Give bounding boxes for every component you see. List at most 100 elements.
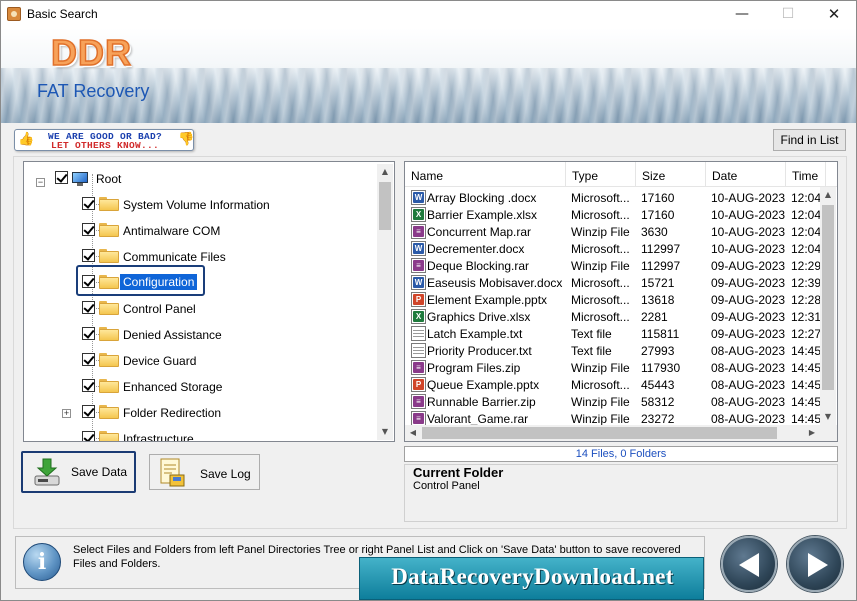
tree-node[interactable]: Control Panel (24, 296, 374, 322)
column-type[interactable]: Type (566, 162, 636, 187)
file-list[interactable]: Name Type Size Date Time W Array Blocking… (404, 161, 838, 442)
file-row[interactable]: P Queue Example.pptx Microsoft... 45443 08-A… (405, 376, 821, 393)
scroll-down-icon[interactable]: ▼ (377, 424, 393, 440)
file-row[interactable]: ≡ Concurrent Map.rar Winzip File 3630 10-AUG… (405, 223, 821, 240)
tree-checkbox[interactable] (82, 275, 95, 288)
cell-date: 08-AUG-2023 (711, 378, 785, 392)
cell-size: 115811 (641, 327, 680, 341)
tree-node[interactable]: Enhanced Storage (24, 374, 374, 400)
file-row[interactable]: ≡ Runnable Barrier.zip Winzip File 58312 08-… (405, 393, 821, 410)
directory-tree[interactable]: − Root System Volume Information Antimalw… (23, 161, 395, 442)
cell-date: 09-AUG-2023 (711, 259, 785, 273)
column-size[interactable]: Size (636, 162, 706, 187)
tree-node[interactable]: Device Guard (24, 348, 374, 374)
tree-checkbox[interactable] (82, 249, 95, 262)
scroll-thumb[interactable] (422, 427, 777, 439)
close-button[interactable]: ✕ (811, 1, 856, 28)
folder-icon (99, 197, 119, 211)
tree-checkbox[interactable] (82, 327, 95, 340)
tree-node[interactable]: Communicate Files (24, 244, 374, 270)
file-row[interactable]: W Decrementer.docx Microsoft... 112997 10-AU… (405, 240, 821, 257)
scroll-up-icon[interactable]: ▲ (820, 187, 836, 203)
file-row[interactable]: X Graphics Drive.xlsx Microsoft... 2281 09-A… (405, 308, 821, 325)
current-folder-box: Current Folder Control Panel (404, 464, 838, 522)
collapse-icon[interactable]: − (36, 178, 45, 187)
rar-file-icon: ≡ (411, 258, 426, 273)
file-row[interactable]: P Element Example.pptx Microsoft... 13618 09… (405, 291, 821, 308)
file-row[interactable]: X Barrier Example.xlsx Microsoft... 17160 10… (405, 206, 821, 223)
tree-checkbox[interactable] (55, 171, 68, 184)
website-link[interactable]: DataRecoveryDownload.net (360, 564, 705, 590)
tree-node[interactable]: Antimalware COM (24, 218, 374, 244)
cell-type: Microsoft... (571, 191, 630, 205)
list-horizontal-scrollbar[interactable]: ◀ ▶ (405, 425, 820, 441)
folder-icon (99, 405, 119, 419)
cell-name: Easeusis Mobisaver.docx (427, 276, 563, 290)
txt-file-icon (411, 326, 426, 341)
column-name[interactable]: Name (405, 162, 566, 187)
scroll-left-icon[interactable]: ◀ (405, 425, 421, 441)
tree-node[interactable]: System Volume Information (24, 192, 374, 218)
scroll-down-icon[interactable]: ▼ (820, 409, 836, 425)
docx-file-icon: W (411, 275, 426, 290)
scroll-thumb[interactable] (379, 182, 391, 230)
maximize-button[interactable]: ☐ (765, 1, 811, 28)
back-button[interactable] (721, 536, 777, 592)
cell-name: Deque Blocking.rar (427, 259, 530, 273)
column-date[interactable]: Date (706, 162, 786, 187)
cell-name: Concurrent Map.rar (427, 225, 532, 239)
minimize-button[interactable]: — (719, 1, 765, 28)
file-row[interactable]: ≡ Deque Blocking.rar Winzip File 112997 09-A… (405, 257, 821, 274)
tree-checkbox[interactable] (82, 197, 95, 210)
cell-size: 112997 (641, 242, 681, 256)
title-bar: Basic Search — ☐ ✕ (1, 1, 856, 28)
tree-node-label: Communicate Files (123, 250, 226, 264)
folder-icon (99, 379, 119, 393)
list-vertical-scrollbar[interactable]: ▲ ▼ (820, 187, 836, 425)
tree-node[interactable]: Denied Assistance (24, 322, 374, 348)
save-data-button[interactable]: Save Data (21, 451, 136, 493)
save-log-label: Save Log (200, 467, 251, 481)
cell-size: 58312 (641, 395, 675, 409)
cell-type: Winzip File (571, 395, 630, 409)
cell-size: 13618 (641, 293, 675, 307)
info-icon: i (23, 543, 61, 581)
tree-checkbox[interactable] (82, 379, 95, 392)
app-icon (7, 7, 21, 21)
file-row[interactable]: W Array Blocking .docx Microsoft... 17160 10… (405, 189, 821, 206)
next-button[interactable] (787, 536, 843, 592)
current-folder-title: Current Folder (413, 465, 504, 480)
tree-checkbox[interactable] (82, 353, 95, 366)
scroll-up-icon[interactable]: ▲ (377, 164, 393, 180)
scroll-right-icon[interactable]: ▶ (804, 425, 820, 441)
tree-checkbox[interactable] (82, 431, 95, 441)
find-in-list-button[interactable]: Find in List (773, 129, 846, 151)
feedback-link[interactable]: 👍 WE ARE GOOD OR BAD? LET OTHERS KNOW...… (14, 129, 194, 151)
tree-node[interactable]: Infrastructure (24, 426, 374, 442)
cell-size: 23272 (641, 412, 675, 426)
cell-type: Microsoft... (571, 276, 630, 290)
save-log-button[interactable]: Save Log (149, 454, 260, 490)
scroll-thumb[interactable] (822, 205, 834, 390)
cell-date: 09-AUG-2023 (711, 293, 785, 307)
cell-date: 08-AUG-2023 (711, 361, 785, 375)
tree-checkbox[interactable] (82, 405, 95, 418)
expand-icon[interactable]: + (62, 409, 71, 418)
cell-type: Winzip File (571, 225, 630, 239)
file-row[interactable]: W Easeusis Mobisaver.docx Microsoft... 1572… (405, 274, 821, 291)
tree-node-label: Infrastructure (123, 432, 194, 442)
file-row[interactable]: Latch Example.txt Text file 115811 09-AUG-2… (405, 325, 821, 342)
file-row[interactable]: ≡ Program Files.zip Winzip File 117930 08-AU… (405, 359, 821, 376)
brand-logo: DDR (50, 31, 132, 74)
tree-node-root[interactable]: − Root (24, 166, 374, 192)
website-banner[interactable]: DataRecoveryDownload.net (359, 557, 704, 600)
tree-scrollbar[interactable]: ▲ ▼ (377, 164, 393, 440)
file-row[interactable]: Priority Producer.txt Text file 27993 08-AU… (405, 342, 821, 359)
tree-checkbox[interactable] (82, 301, 95, 314)
tree-node[interactable]: Configuration (24, 270, 374, 296)
tree-node[interactable]: + Folder Redirection (24, 400, 374, 426)
rar-file-icon: ≡ (411, 411, 426, 426)
cell-name: Barrier Example.xlsx (427, 208, 538, 222)
column-time[interactable]: Time (786, 162, 826, 187)
tree-checkbox[interactable] (82, 223, 95, 236)
